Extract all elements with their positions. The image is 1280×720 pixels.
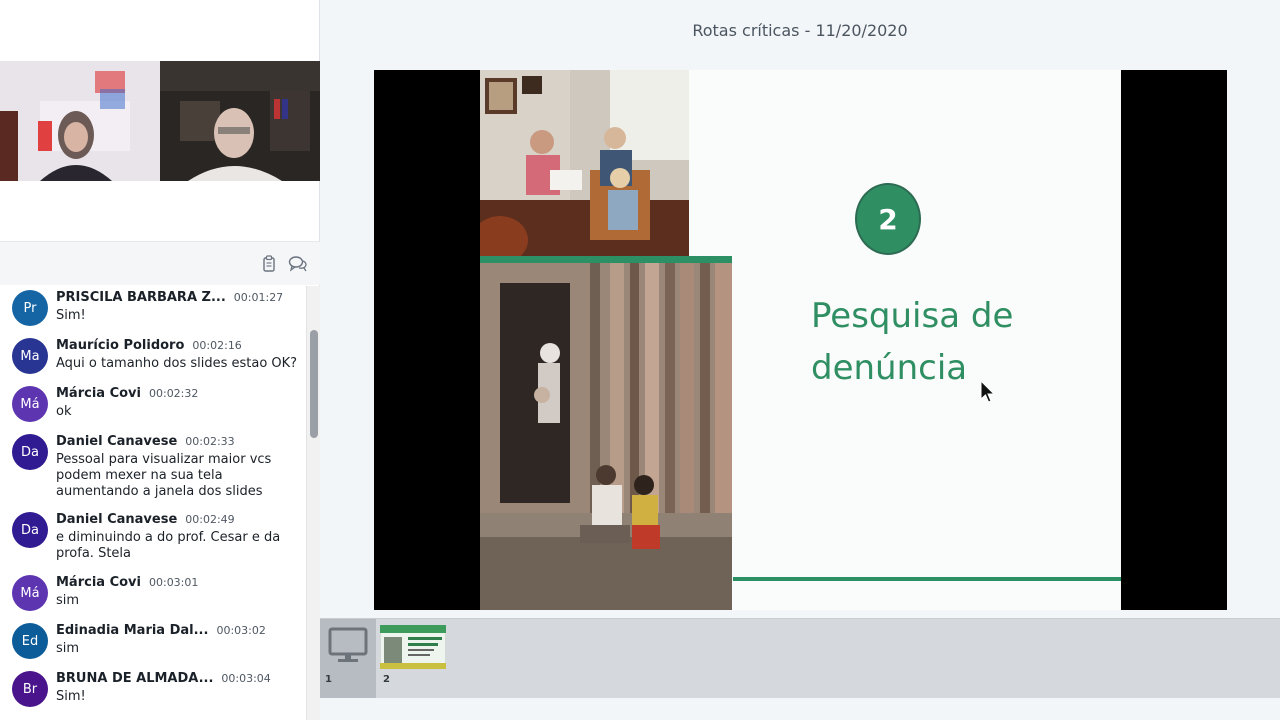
left-panel: Pr PRISCILA BARBARA Z... 00:01:27 Sim! Ma…: [0, 0, 320, 720]
slide-heading-line2: denúncia: [811, 348, 968, 388]
chat-scrollbar-thumb[interactable]: [310, 330, 318, 438]
thumbnail-1[interactable]: 1: [320, 619, 376, 699]
slide-photo-living-room: [480, 70, 689, 258]
presentation-title: Rotas críticas - 11/20/2020: [692, 21, 908, 40]
chat-message-author: PRISCILA BARBARA Z...: [56, 290, 226, 305]
chat-message: Br BRUNA DE ALMADA... 00:03:04 Sim!: [0, 667, 306, 715]
chat-message: Ma Maurício Polidoro 00:02:16 Aqui o tama…: [0, 334, 306, 382]
avatar: Da: [12, 512, 48, 548]
avatar: Pr: [12, 290, 48, 326]
chat-message-time: 00:01:27: [233, 291, 284, 304]
chat-message-text: sim: [56, 641, 80, 656]
thumbnail-2[interactable]: 2: [378, 619, 448, 699]
chat-message-time: 00:03:01: [148, 576, 199, 589]
chat-message-time: 00:02:16: [192, 339, 242, 352]
current-slide[interactable]: 2 Pesquisa de denúncia: [480, 70, 1121, 610]
slide-heading-line1: Pesquisa de: [811, 296, 1014, 336]
desktop-icon: [328, 627, 368, 669]
chat-message: Da Daniel Canavese 00:02:49 e diminuindo …: [0, 508, 306, 571]
avatar: Má: [12, 575, 48, 611]
chat-message: Da Daniel Canavese 00:02:33 Pessoal para …: [0, 430, 306, 508]
slide-underline: [733, 577, 1121, 581]
chat-scrollbar[interactable]: [306, 286, 320, 720]
chat-message: Má Márcia Covi 00:03:01 sim: [0, 571, 306, 619]
avatar: Da: [12, 434, 48, 470]
chat-message-author: Daniel Canavese: [56, 512, 178, 527]
chat-message-text: e diminuindo a do prof. Cesar e da profa…: [56, 530, 281, 561]
slide-photo-divider: [480, 256, 732, 263]
chat-message-time: 00:03:02: [216, 624, 266, 637]
avatar: Má: [12, 386, 48, 422]
chat-message-text: sim: [56, 593, 80, 608]
video-tile-presenter-2[interactable]: [160, 61, 320, 181]
slide-number-badge: 2: [855, 183, 921, 255]
chat-message-list: Pr PRISCILA BARBARA Z... 00:01:27 Sim! Ma…: [0, 286, 306, 720]
chat-message-text: ok: [56, 404, 72, 419]
avatar: Br: [12, 671, 48, 707]
chat-message-time: 00:02:49: [185, 513, 235, 526]
thumbnail-number: 2: [383, 674, 390, 685]
chat-message-text: Pessoal para visualizar maior vcs podem …: [56, 452, 272, 499]
chat-message-text: Aqui o tamanho dos slides estao OK?: [56, 356, 298, 371]
slide-thumbnail-image: [379, 624, 447, 673]
video-strip: [0, 61, 320, 181]
chat-message-author: Daniel Canavese: [56, 434, 178, 449]
avatar: Ed: [12, 623, 48, 659]
chat-message: Pr PRISCILA BARBARA Z... 00:01:27 Sim!: [0, 286, 306, 334]
chat-bubbles-icon[interactable]: [288, 254, 308, 274]
chat-header: [0, 241, 320, 285]
chat-message-author: Márcia Covi: [56, 575, 141, 590]
thumbnail-number: 1: [325, 674, 332, 685]
copy-icon[interactable]: [259, 254, 279, 274]
chat-message: Má Márcia Covi 00:02:32 ok: [0, 382, 306, 430]
chat-message-time: 00:02:32: [148, 387, 199, 400]
slide-frame: 2 Pesquisa de denúncia: [374, 70, 1227, 610]
presentation-area: Rotas críticas - 11/20/2020 2 Pesquisa d…: [320, 0, 1280, 720]
chat-message: Ed Edinadia Maria Dal... 00:03:02 sim: [0, 619, 306, 667]
avatar: Ma: [12, 338, 48, 374]
slide-thumbnail-strip: 1 2: [320, 618, 1280, 699]
chat-message-time: 00:02:33: [185, 435, 235, 448]
chat-message-author: Edinadia Maria Dal...: [56, 623, 209, 638]
chat-message-time: 00:03:04: [221, 672, 271, 685]
slide-heading: Pesquisa de denúncia: [811, 290, 1111, 394]
chat-message-text: Sim!: [56, 689, 86, 704]
bottom-bar: [320, 698, 1280, 720]
video-tile-presenter-1[interactable]: [0, 61, 160, 181]
chat-message-author: Maurício Polidoro: [56, 338, 185, 353]
chat-message-text: Sim!: [56, 308, 86, 323]
chat-message-author: Márcia Covi: [56, 386, 141, 401]
chat-message-author: BRUNA DE ALMADA...: [56, 671, 214, 686]
slide-photo-shack: [480, 263, 732, 610]
